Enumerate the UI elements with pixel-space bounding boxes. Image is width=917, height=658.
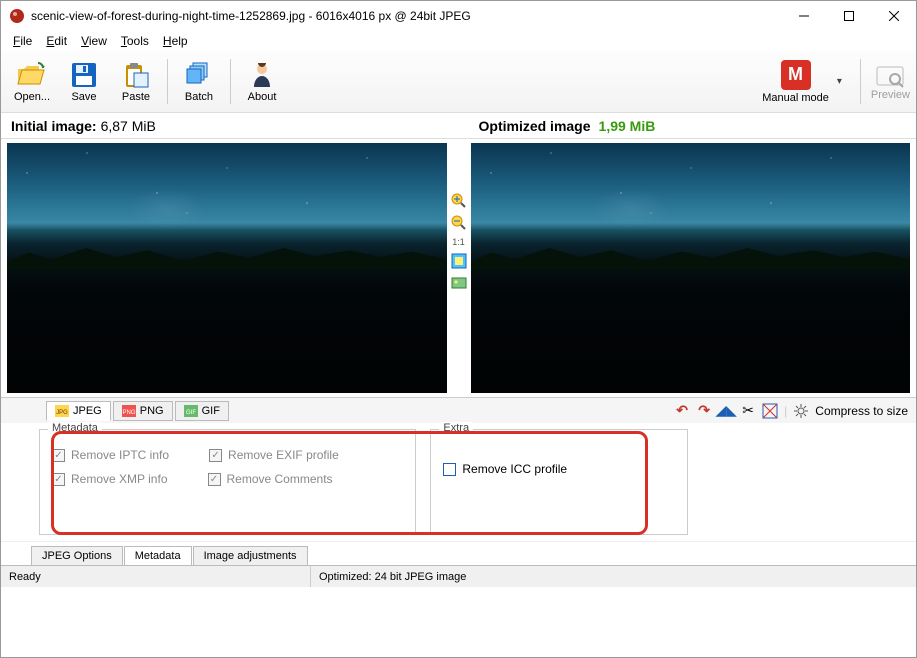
close-button[interactable] bbox=[871, 1, 916, 31]
optimized-value: 1,99 MiB bbox=[599, 118, 656, 134]
svg-text:GIF: GIF bbox=[186, 410, 196, 416]
open-button[interactable]: Open... bbox=[7, 54, 57, 110]
mode-dropdown-arrow[interactable]: ▾ bbox=[837, 76, 842, 87]
optimized-image-view[interactable] bbox=[471, 143, 911, 393]
tab-image-adjustments[interactable]: Image adjustments bbox=[193, 546, 308, 565]
mode-button[interactable]: M Manual mode bbox=[762, 60, 829, 104]
remove-exif-checkbox[interactable]: ✓Remove EXIF profile bbox=[209, 448, 339, 462]
svg-text:JPG: JPG bbox=[56, 410, 68, 416]
save-button[interactable]: Save bbox=[59, 54, 109, 110]
initial-label: Initial image: bbox=[11, 118, 97, 134]
status-ready: Ready bbox=[1, 566, 311, 587]
about-button[interactable]: About bbox=[237, 54, 287, 110]
metadata-legend: Metadata bbox=[48, 422, 102, 434]
separator bbox=[230, 59, 231, 104]
extra-legend: Extra bbox=[439, 422, 473, 434]
flip-h-icon[interactable]: ◢◣ bbox=[718, 403, 734, 419]
fit-window-icon[interactable] bbox=[451, 253, 467, 269]
zoom-in-icon[interactable] bbox=[451, 193, 467, 209]
menu-help[interactable]: Help bbox=[157, 32, 194, 50]
paste-button[interactable]: Paste bbox=[111, 54, 161, 110]
undo-icon[interactable]: ↶ bbox=[674, 403, 690, 419]
crop-icon[interactable]: ✂ bbox=[740, 403, 756, 419]
svg-text:PNG: PNG bbox=[122, 410, 135, 416]
clipboard-icon bbox=[120, 61, 152, 89]
menu-edit[interactable]: Edit bbox=[40, 32, 73, 50]
folder-open-icon bbox=[16, 61, 48, 89]
optimized-label: Optimized image bbox=[479, 118, 591, 134]
redo-icon[interactable]: ↷ bbox=[696, 403, 712, 419]
menu-view[interactable]: View bbox=[75, 32, 113, 50]
zoom-out-icon[interactable] bbox=[451, 215, 467, 231]
tab-jpeg-options[interactable]: JPEG Options bbox=[31, 546, 123, 565]
floppy-icon bbox=[68, 61, 100, 89]
jpeg-icon: JPG bbox=[55, 405, 69, 417]
menu-tools[interactable]: Tools bbox=[115, 32, 155, 50]
zoom-ratio[interactable]: 1:1 bbox=[452, 237, 465, 247]
minimize-button[interactable] bbox=[781, 1, 826, 31]
manual-mode-icon: M bbox=[781, 60, 811, 90]
menu-file[interactable]: File bbox=[7, 32, 38, 50]
stack-icon bbox=[183, 61, 215, 89]
separator bbox=[860, 59, 861, 104]
actual-size-icon[interactable] bbox=[451, 275, 467, 291]
window-title: scenic-view-of-forest-during-night-time-… bbox=[31, 9, 781, 23]
batch-button[interactable]: Batch bbox=[174, 54, 224, 110]
format-tab-gif[interactable]: GIF GIF bbox=[175, 401, 229, 421]
separator bbox=[167, 59, 168, 104]
person-icon bbox=[246, 61, 278, 89]
remove-iptc-checkbox[interactable]: ✓Remove IPTC info bbox=[52, 448, 169, 462]
initial-value: 6,87 MiB bbox=[101, 118, 156, 134]
magnifier-icon bbox=[875, 63, 905, 89]
format-tab-png[interactable]: PNG PNG bbox=[113, 401, 173, 421]
compress-to-size[interactable]: Compress to size bbox=[815, 404, 908, 418]
initial-image-view[interactable] bbox=[7, 143, 447, 393]
format-tab-jpeg[interactable]: JPG JPEG bbox=[46, 401, 111, 421]
app-icon bbox=[9, 8, 25, 24]
remove-xmp-checkbox[interactable]: ✓Remove XMP info bbox=[52, 472, 168, 486]
remove-comments-checkbox[interactable]: ✓Remove Comments bbox=[208, 472, 333, 486]
preview-button[interactable]: Preview bbox=[871, 63, 910, 101]
gif-icon: GIF bbox=[184, 405, 198, 417]
resize-icon[interactable] bbox=[762, 403, 778, 419]
maximize-button[interactable] bbox=[826, 1, 871, 31]
remove-icc-checkbox[interactable]: Remove ICC profile bbox=[443, 462, 567, 476]
metadata-fieldset: Metadata ✓Remove IPTC info ✓Remove EXIF … bbox=[39, 429, 416, 535]
png-icon: PNG bbox=[122, 405, 136, 417]
gear-icon[interactable] bbox=[793, 403, 809, 419]
status-optimized: Optimized: 24 bit JPEG image bbox=[311, 566, 916, 587]
tab-metadata[interactable]: Metadata bbox=[124, 546, 192, 565]
extra-fieldset: Extra Remove ICC profile bbox=[430, 429, 688, 535]
